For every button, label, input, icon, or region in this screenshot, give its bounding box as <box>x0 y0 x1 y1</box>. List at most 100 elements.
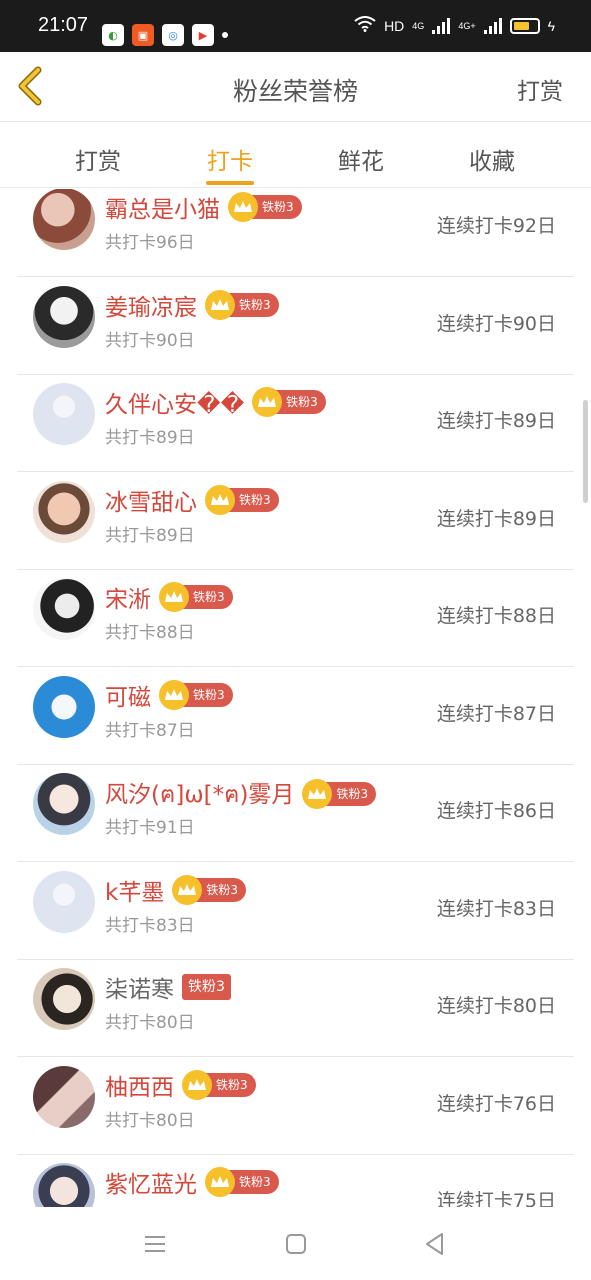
total-checkins: 共打卡91日 <box>105 818 195 838</box>
list-item[interactable]: 柚西西 铁粉3 共打卡80日 连续打卡76日 <box>17 1058 574 1155</box>
system-nav-bar <box>0 1207 591 1280</box>
list-item[interactable]: 风汐(ฅ]ω[*ฅ)雾月 铁粉3 共打卡91日 连续打卡86日 <box>17 765 574 862</box>
total-checkins: 共打卡88日 <box>105 623 195 643</box>
user-name[interactable]: k芊墨 <box>105 873 164 907</box>
scrollbar[interactable] <box>583 400 588 503</box>
avatar[interactable] <box>33 773 95 835</box>
user-name[interactable]: 柚西西 <box>105 1068 174 1102</box>
triangle-back-icon <box>426 1233 443 1255</box>
avatar[interactable] <box>33 870 95 933</box>
list-item[interactable]: k芊墨 铁粉3 共打卡83日 连续打卡83日 <box>17 863 574 960</box>
name-line: 可磁 铁粉3 <box>105 678 233 712</box>
avatar[interactable] <box>33 578 95 640</box>
signal-label-1: 4G <box>412 20 425 31</box>
avatar[interactable] <box>33 285 95 348</box>
total-checkins: 共打卡96日 <box>105 233 195 253</box>
streak-days: 连续打卡90日 <box>436 312 556 335</box>
name-line: 紫忆蓝光 铁粉3 <box>105 1165 279 1199</box>
reward-button[interactable]: 打赏 <box>517 72 563 106</box>
charging-icon: ϟ <box>547 17 555 34</box>
tab-flowers[interactable]: 鲜花 <box>338 142 384 176</box>
page-title: 粉丝荣誉榜 <box>232 77 358 106</box>
streak-days: 连续打卡92日 <box>436 215 556 237</box>
battery-icon <box>509 17 540 34</box>
avatar[interactable] <box>33 675 95 738</box>
streak-days: 连续打卡87日 <box>436 702 556 725</box>
signal-label-2: 4G+ <box>458 20 476 31</box>
total-checkins: 共打卡89日 <box>105 525 195 546</box>
user-name[interactable]: 冰雪甜心 <box>105 483 197 517</box>
crown-icon <box>228 192 258 222</box>
list-item[interactable]: 紫忆蓝光铁粉3共打卡84日连续打卡75日 <box>17 1155 574 1207</box>
crown-icon <box>159 679 189 710</box>
user-name[interactable]: 风汐(ฅ]ω[*ฅ)雾月 <box>105 775 294 813</box>
more-notifications-icon <box>222 32 228 38</box>
menu-button[interactable] <box>140 1229 170 1259</box>
crown-icon <box>172 874 203 905</box>
home-button[interactable] <box>281 1229 311 1259</box>
tab-checkin[interactable]: 打卡 <box>207 142 253 176</box>
network-type: HD <box>384 17 405 34</box>
status-bar: 21:07 ◐ ▣ ◎ ▶ HD 4G 4G+ ϟ <box>0 0 591 52</box>
status-time: 21:07 <box>38 14 89 36</box>
back-nav-button[interactable] <box>420 1229 450 1259</box>
user-name[interactable]: 柒诺寒 <box>105 970 174 1004</box>
notification-icons: ◐ ▣ ◎ ▶ <box>102 24 228 46</box>
avatar[interactable] <box>33 1163 95 1207</box>
list-item[interactable]: 久伴心安�� 铁粉3 共打卡89日 连续打卡89日 <box>17 375 574 472</box>
avatar[interactable] <box>33 189 95 250</box>
list-item[interactable]: 柒诺寒 铁粉3 共打卡80日 连续打卡80日 <box>17 960 574 1057</box>
total-checkins: 共打卡83日 <box>105 915 195 936</box>
user-name[interactable]: 姜瑜凉宸 <box>105 288 197 322</box>
user-name[interactable]: 霸总是小猫 <box>105 190 220 224</box>
name-line: k芊墨 铁粉3 <box>105 873 246 907</box>
app-notification-icon: ▶ <box>192 24 214 46</box>
streak-days: 连续打卡86日 <box>436 800 556 822</box>
tab-favorites[interactable]: 收藏 <box>469 142 515 176</box>
user-name[interactable]: 宋淅 <box>105 580 151 614</box>
name-line: 柒诺寒 铁粉3 <box>105 970 231 1004</box>
list-item[interactable]: 姜瑜凉宸 铁粉3 共打卡90日 连续打卡90日 <box>17 278 574 375</box>
active-tab-indicator <box>206 181 254 185</box>
name-line: 风汐(ฅ]ω[*ฅ)雾月 铁粉3 <box>105 775 377 813</box>
app-header: 粉丝荣誉榜 打赏 <box>0 52 591 122</box>
crown-icon <box>159 582 189 612</box>
name-line: 姜瑜凉宸 铁粉3 <box>105 288 279 322</box>
app-notification-icon: ◐ <box>102 24 124 46</box>
name-line: 冰雪甜心 铁粉3 <box>105 483 279 517</box>
streak-days: 连续打卡83日 <box>436 897 556 920</box>
avatar[interactable] <box>33 968 95 1030</box>
fan-ranking-list[interactable]: 霸总是小猫 铁粉3 共打卡96日 连续打卡92日姜瑜凉宸 铁粉3 共打卡90日 连续打卡90… <box>0 189 591 1207</box>
avatar[interactable] <box>33 1065 95 1128</box>
streak-days: 连续打卡89日 <box>436 410 556 432</box>
list-item[interactable]: 可磁 铁粉3 共打卡87日 连续打卡87日 <box>17 668 574 765</box>
user-name[interactable]: 可磁 <box>105 678 151 712</box>
crown-icon <box>182 1069 212 1100</box>
signal-icon <box>483 17 502 34</box>
status-indicators: HD 4G 4G+ ϟ <box>354 16 555 35</box>
wifi-icon <box>354 16 376 35</box>
menu-icon <box>145 1236 165 1252</box>
signal-icon <box>432 17 451 34</box>
app-notification-icon: ◎ <box>162 24 184 46</box>
list-item[interactable]: 霸总是小猫 铁粉3 共打卡96日 连续打卡92日 <box>17 189 574 277</box>
tab-bar: 打赏 打卡 鲜花 收藏 <box>0 122 591 188</box>
avatar[interactable] <box>33 480 95 543</box>
crown-icon <box>205 289 235 320</box>
total-checkins: 共打卡80日 <box>105 1110 195 1131</box>
total-checkins: 共打卡87日 <box>105 720 195 741</box>
avatar[interactable] <box>33 383 95 445</box>
name-line: 柚西西 铁粉3 <box>105 1068 256 1102</box>
streak-days: 连续打卡80日 <box>436 995 556 1017</box>
app-notification-icon: ▣ <box>132 24 154 46</box>
tab-reward[interactable]: 打赏 <box>75 142 121 176</box>
crown-icon <box>252 387 283 417</box>
list-item[interactable]: 宋淅 铁粉3 共打卡88日 连续打卡88日 <box>17 570 574 667</box>
name-line: 宋淅 铁粉3 <box>105 580 233 614</box>
list-item[interactable]: 冰雪甜心 铁粉3 共打卡89日 连续打卡89日 <box>17 473 574 570</box>
total-checkins: 共打卡80日 <box>105 1013 195 1033</box>
name-line: 霸总是小猫 铁粉3 <box>105 190 302 224</box>
total-checkins: 共打卡89日 <box>105 428 195 448</box>
user-name[interactable]: 紫忆蓝光 <box>105 1165 197 1199</box>
user-name[interactable]: 久伴心安�� <box>105 385 244 419</box>
